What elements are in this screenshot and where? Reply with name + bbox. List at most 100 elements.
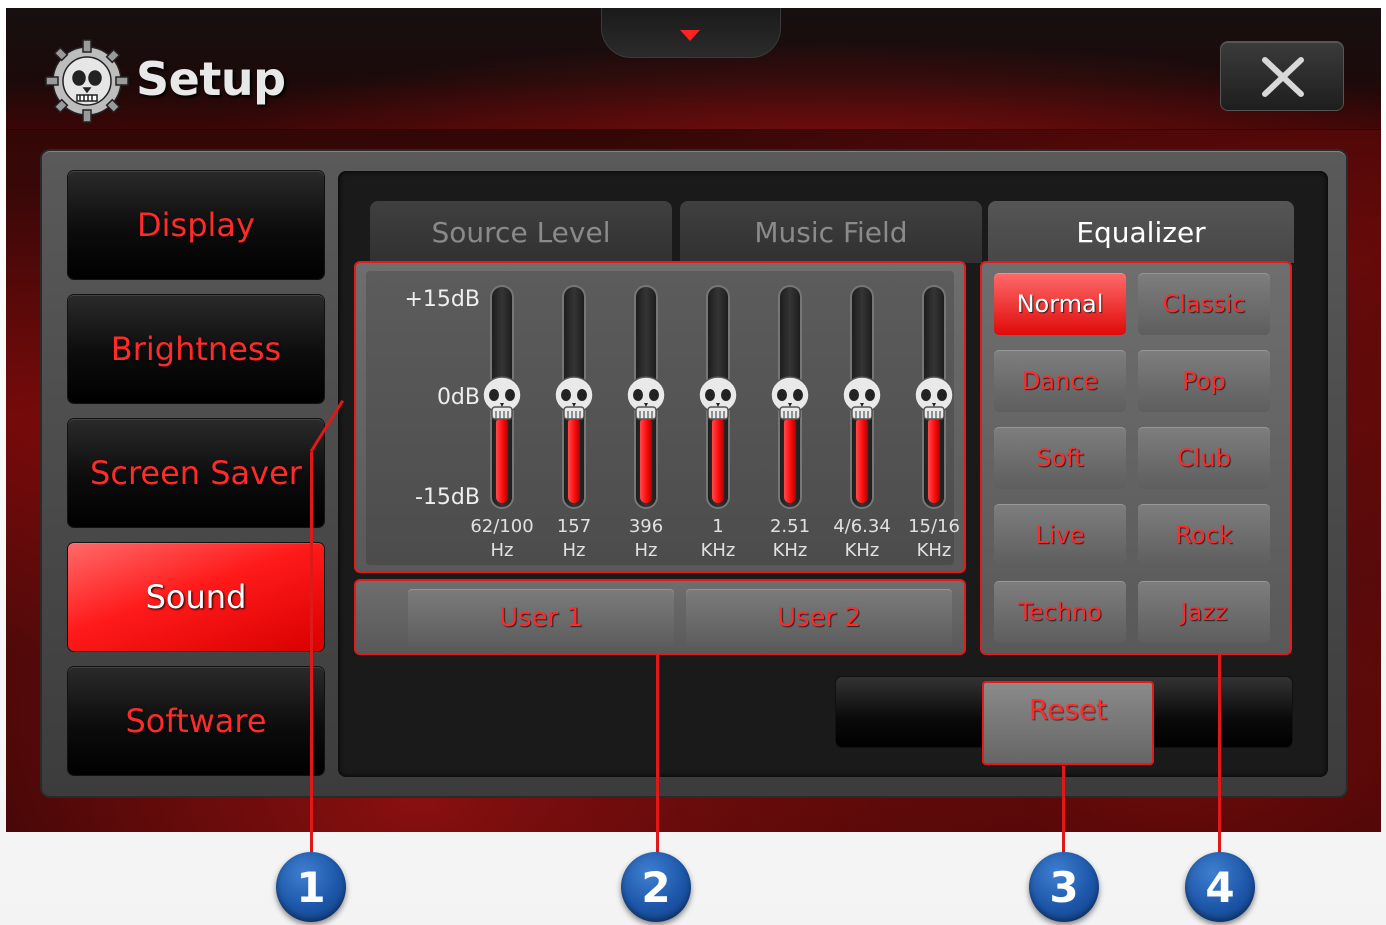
- band-frequency: 2.51: [769, 516, 811, 537]
- tab-label: Music Field: [754, 215, 908, 249]
- preset-label: Techno: [1018, 598, 1102, 626]
- preset-pop-button[interactable]: Pop: [1138, 350, 1270, 412]
- sidebar-item-label: Screen Saver: [90, 454, 302, 492]
- tab-source-level[interactable]: Source Level: [370, 201, 672, 263]
- eq-band-slider[interactable]: 396 Hz: [616, 287, 676, 561]
- callout-number: 2: [641, 862, 671, 912]
- preset-label: Pop: [1182, 367, 1226, 395]
- slider-fill: [784, 417, 796, 503]
- sidebar-item-label: Software: [125, 702, 267, 740]
- preset-normal-button[interactable]: Normal: [994, 273, 1126, 335]
- slider-fill: [856, 417, 868, 503]
- eq-band-slider[interactable]: 2.51 KHz: [760, 287, 820, 561]
- sidebar-item-label: Sound: [145, 578, 247, 616]
- device-screen: Setup Display Brightness Screen Saver So…: [6, 8, 1381, 832]
- reset-label: Reset: [1028, 693, 1108, 726]
- slider-fill: [640, 417, 652, 503]
- band-frequency-label: 396 Hz: [606, 515, 686, 563]
- sidebar-item-software[interactable]: Software: [68, 667, 324, 775]
- callout-line-4: [1218, 655, 1221, 862]
- settings-frame: Display Brightness Screen Saver Sound So…: [42, 151, 1346, 796]
- preset-panel: Normal Classic Dance Pop Soft Club Live …: [980, 261, 1292, 655]
- preset-techno-button[interactable]: Techno: [994, 581, 1126, 643]
- band-unit: KHz: [844, 540, 880, 561]
- tab-music-field[interactable]: Music Field: [680, 201, 982, 263]
- eq-band-slider[interactable]: 1 KHz: [688, 287, 748, 561]
- db-label-max: +15dB: [404, 287, 481, 312]
- preset-club-button[interactable]: Club: [1138, 427, 1270, 489]
- skull-knob-icon[interactable]: [480, 375, 524, 425]
- band-frequency: 4/6.34: [833, 516, 891, 537]
- tab-equalizer[interactable]: Equalizer: [988, 201, 1294, 263]
- preset-label: Club: [1177, 444, 1231, 472]
- arrow-down-icon: [680, 30, 700, 41]
- band-frequency: 157: [556, 516, 592, 537]
- close-button[interactable]: [1220, 41, 1344, 111]
- skull-knob-icon[interactable]: [768, 375, 812, 425]
- preset-label: Live: [1035, 521, 1085, 549]
- sidebar-item-sound[interactable]: Sound: [68, 543, 324, 651]
- preset-label: Dance: [1021, 367, 1099, 395]
- preset-soft-button[interactable]: Soft: [994, 427, 1126, 489]
- user-2-button[interactable]: User 2: [686, 589, 952, 647]
- sidebar-item-display[interactable]: Display: [68, 171, 324, 279]
- tab-label: Equalizer: [1076, 215, 1206, 249]
- slider-fill: [712, 417, 724, 503]
- band-frequency-label: 15/16 KHz: [894, 515, 974, 563]
- equalizer-panel: +15dB 0dB -15dB 62/100 Hz 157 Hz 396 Hz 1 KHz 2.…: [354, 261, 966, 573]
- sidebar-item-screen-saver[interactable]: Screen Saver: [68, 419, 324, 527]
- callout-badge-4: 4: [1185, 852, 1255, 922]
- band-frequency-label: 2.51 KHz: [750, 515, 830, 563]
- band-unit: Hz: [562, 540, 586, 561]
- user-preset-panel: User 1 User 2: [354, 579, 966, 655]
- db-label-min: -15dB: [415, 485, 480, 510]
- preset-classic-button[interactable]: Classic: [1138, 273, 1270, 335]
- manual-illustration: Setup Display Brightness Screen Saver So…: [0, 0, 1386, 925]
- preset-label: Soft: [1036, 444, 1084, 472]
- skull-knob-icon[interactable]: [912, 375, 956, 425]
- callout-badge-2: 2: [621, 852, 691, 922]
- eq-band-slider[interactable]: 4/6.34 KHz: [832, 287, 892, 561]
- db-label-zero: 0dB: [436, 385, 480, 410]
- band-unit: Hz: [490, 540, 514, 561]
- sidebar-item-label: Brightness: [110, 330, 282, 368]
- band-frequency: 396: [628, 516, 664, 537]
- band-frequency: 15/16: [908, 516, 960, 537]
- sidebar: Display Brightness Screen Saver Sound So…: [52, 161, 334, 786]
- band-frequency: 62/100: [470, 516, 534, 537]
- preset-label: Normal: [1016, 290, 1104, 318]
- reset-button[interactable]: Reset: [982, 681, 1154, 765]
- skull-knob-icon[interactable]: [696, 375, 740, 425]
- eq-band-slider[interactable]: 62/100 Hz: [470, 287, 534, 561]
- tab-label: Source Level: [431, 215, 611, 249]
- band-frequency-label: 157 Hz: [534, 515, 614, 563]
- callout-number: 1: [296, 862, 326, 912]
- callout-line-3: [1062, 766, 1065, 862]
- preset-jazz-button[interactable]: Jazz: [1138, 581, 1270, 643]
- eq-band-slider[interactable]: 15/16 KHz: [904, 287, 964, 561]
- band-frequency-label: 4/6.34 KHz: [822, 515, 902, 563]
- dropdown-handle[interactable]: [601, 8, 781, 58]
- band-unit: Hz: [634, 540, 658, 561]
- skull-knob-icon[interactable]: [552, 375, 596, 425]
- band-unit: KHz: [772, 540, 808, 561]
- page-title: Setup: [136, 52, 286, 106]
- sidebar-item-brightness[interactable]: Brightness: [68, 295, 324, 403]
- user-button-label: User 1: [498, 603, 584, 633]
- user-button-label: User 2: [776, 603, 862, 633]
- callout-badge-3: 3: [1029, 852, 1099, 922]
- skull-knob-icon[interactable]: [840, 375, 884, 425]
- band-unit: KHz: [700, 540, 736, 561]
- preset-live-button[interactable]: Live: [994, 504, 1126, 566]
- band-frequency-label: 62/100 Hz: [462, 515, 542, 563]
- user-1-button[interactable]: User 1: [408, 589, 674, 647]
- eq-band-slider[interactable]: 157 Hz: [544, 287, 604, 561]
- slider-fill: [568, 417, 580, 503]
- sidebar-item-label: Display: [137, 206, 255, 244]
- preset-rock-button[interactable]: Rock: [1138, 504, 1270, 566]
- preset-label: Rock: [1175, 521, 1233, 549]
- skull-knob-icon[interactable]: [624, 375, 668, 425]
- preset-dance-button[interactable]: Dance: [994, 350, 1126, 412]
- equalizer-sliders: +15dB 0dB -15dB 62/100 Hz 157 Hz 396 Hz 1 KHz 2.…: [366, 271, 960, 565]
- slider-fill: [496, 417, 508, 503]
